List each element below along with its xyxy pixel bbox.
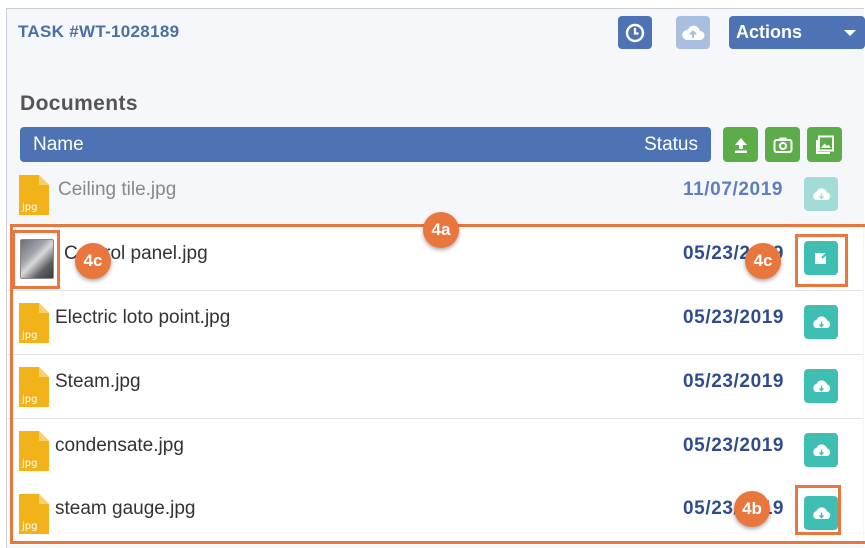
callout-badge: 4c (75, 243, 111, 279)
column-header-status[interactable]: Status (644, 134, 698, 156)
file-name[interactable]: Ceiling tile.jpg (58, 179, 176, 201)
document-row[interactable]: jpg condensate.jpg 05/23/2019 (7, 419, 863, 483)
file-ext-label: jpg (21, 521, 37, 532)
file-date: 05/23/2019 (683, 435, 785, 456)
file-name[interactable]: steam gauge.jpg (55, 498, 196, 520)
file-ext-label: jpg (21, 202, 37, 213)
file-name[interactable]: condensate.jpg (55, 435, 184, 457)
cloud-download-icon (813, 187, 831, 200)
image-thumbnail[interactable] (20, 239, 54, 279)
jpg-file-icon: jpg (19, 303, 49, 343)
download-button[interactable] (804, 496, 838, 530)
file-name[interactable]: Electric loto point.jpg (55, 307, 230, 329)
jpg-file-icon: jpg (19, 494, 49, 534)
jpg-file-icon: jpg (19, 175, 49, 215)
cloud-download-icon (813, 315, 831, 328)
clock-icon (625, 23, 645, 42)
file-ext-label: jpg (21, 394, 37, 405)
file-ext-label: jpg (21, 330, 37, 341)
cloud-download-icon (813, 443, 831, 456)
file-date: 11/07/2019 (683, 179, 784, 200)
edit-icon (815, 252, 828, 264)
download-button[interactable] (804, 177, 838, 211)
jpg-file-icon: jpg (19, 367, 49, 407)
file-name[interactable]: Steam.jpg (55, 371, 141, 393)
callout-badge: 4a (423, 212, 459, 248)
upload-cloud-button[interactable] (676, 16, 710, 49)
document-row[interactable]: jpg Steam.jpg 05/23/2019 (7, 355, 863, 419)
edit-button[interactable] (804, 241, 838, 275)
chevron-down-icon (844, 30, 856, 36)
actions-dropdown[interactable]: Actions (729, 16, 865, 49)
actions-label: Actions (736, 22, 803, 42)
image-gallery-icon (815, 135, 834, 154)
upload-icon (734, 137, 747, 153)
file-ext-label: jpg (21, 458, 37, 469)
take-photo-button[interactable] (765, 127, 800, 162)
task-title: TASK #WT-1028189 (18, 22, 180, 41)
upload-file-button[interactable] (723, 127, 758, 162)
download-button[interactable] (804, 305, 838, 339)
gallery-button[interactable] (807, 127, 842, 162)
section-title: Documents (20, 92, 138, 115)
file-date: 05/23/2019 (683, 371, 785, 392)
documents-table-header: Name Status (20, 127, 711, 162)
camera-icon (773, 137, 792, 153)
jpg-file-icon: jpg (19, 431, 49, 471)
download-button[interactable] (804, 369, 838, 403)
callout-badge: 4c (745, 243, 781, 279)
cloud-upload-icon (682, 25, 705, 40)
cloud-download-icon (813, 379, 831, 392)
file-date: 05/23/2019 (683, 307, 785, 328)
callout-badge: 4b (734, 491, 770, 527)
cloud-download-icon (813, 506, 831, 519)
download-button[interactable] (804, 433, 838, 467)
document-row[interactable]: jpg Electric loto point.jpg 05/23/2019 (7, 291, 863, 355)
column-header-name[interactable]: Name (33, 134, 84, 156)
history-button[interactable] (618, 16, 652, 49)
